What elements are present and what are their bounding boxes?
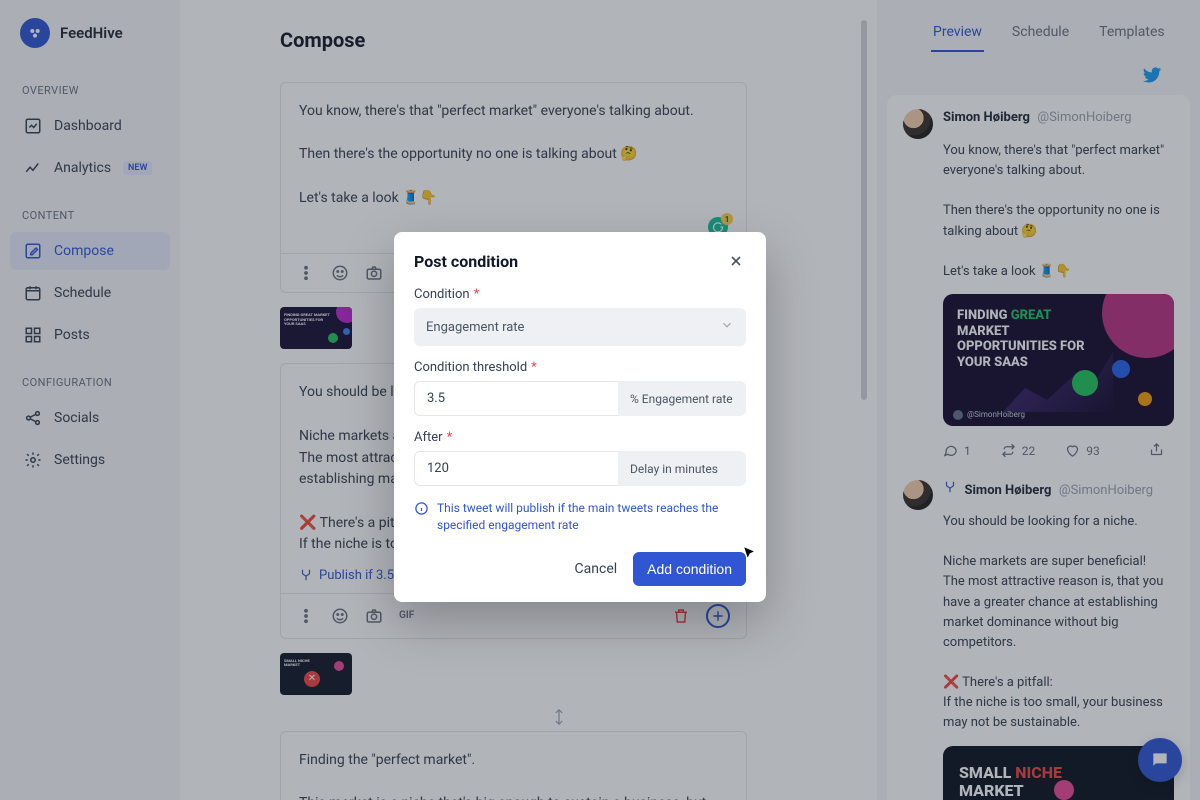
field-label: After — [414, 430, 443, 445]
info-message: This tweet will publish if the main twee… — [414, 500, 746, 534]
modal-title: Post condition — [414, 252, 518, 271]
add-condition-button[interactable]: Add condition — [633, 552, 746, 586]
post-condition-modal: Post condition Condition * Engagement rat… — [394, 232, 766, 602]
cancel-button[interactable]: Cancel — [575, 561, 618, 577]
select-value: Engagement rate — [426, 320, 524, 335]
field-label: Condition threshold — [414, 360, 527, 375]
condition-select[interactable]: Engagement rate — [414, 308, 746, 346]
required-indicator: * — [447, 430, 453, 445]
threshold-unit: % Engagement rate — [618, 381, 746, 416]
after-unit: Delay in minutes — [618, 451, 746, 486]
required-indicator: * — [474, 287, 480, 302]
chevron-down-icon — [720, 318, 734, 336]
close-icon[interactable] — [728, 253, 746, 271]
after-input[interactable]: 120 — [414, 451, 618, 486]
field-label: Condition — [414, 287, 470, 302]
modal-overlay[interactable]: Post condition Condition * Engagement rat… — [0, 0, 1200, 800]
threshold-input[interactable]: 3.5 — [414, 381, 618, 416]
required-indicator: * — [531, 360, 537, 375]
